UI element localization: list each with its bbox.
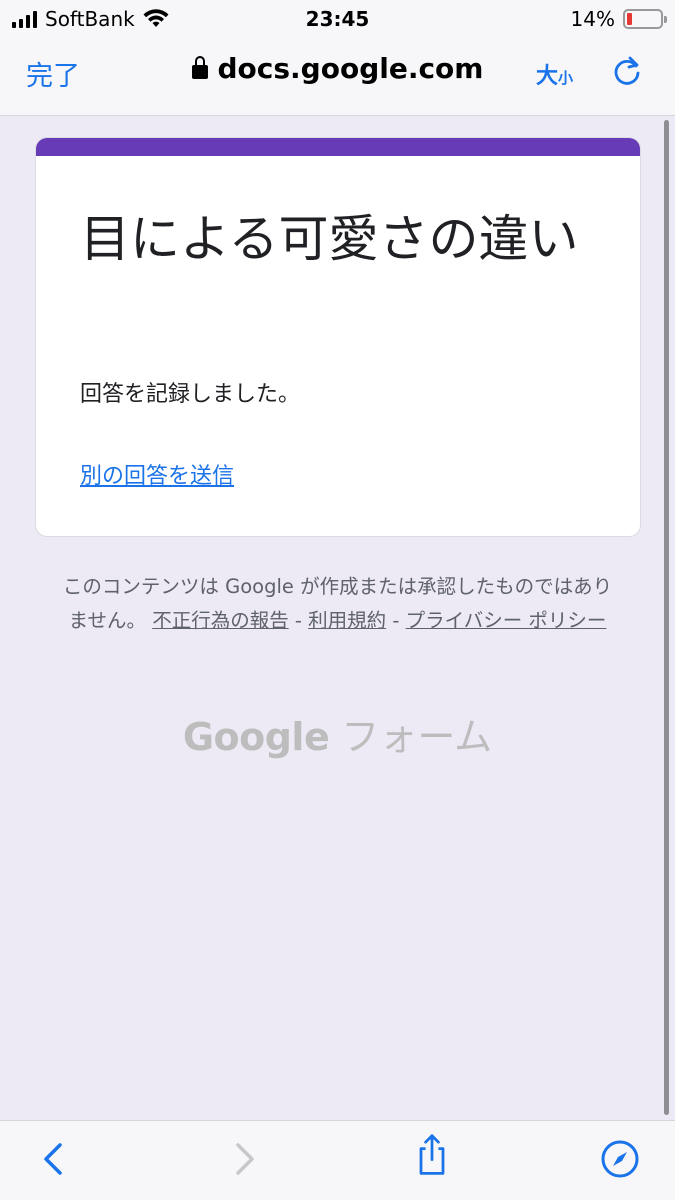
google-forms-logo[interactable]: Google フォーム — [0, 706, 675, 761]
card-accent-bar — [36, 138, 640, 156]
url-text: docs.google.com — [217, 52, 484, 85]
address-bar[interactable]: docs.google.com — [0, 52, 675, 85]
forward-icon[interactable] — [224, 1137, 264, 1181]
lock-icon — [191, 56, 208, 79]
compass-icon[interactable] — [600, 1137, 640, 1181]
form-card: 目による可愛さの違い 回答を記録しました。 別の回答を送信 — [35, 137, 641, 537]
share-icon[interactable] — [412, 1133, 452, 1177]
report-abuse-link[interactable]: 不正行為の報告 — [152, 609, 289, 632]
form-title: 目による可愛さの違い — [80, 210, 579, 268]
privacy-policy-link[interactable]: プライバシー ポリシー — [406, 609, 607, 632]
battery-icon — [623, 9, 667, 29]
separator: - — [386, 609, 406, 632]
back-icon[interactable] — [34, 1137, 74, 1181]
browser-nav-bar: 完了 docs.google.com 大小 — [0, 38, 675, 116]
google-wordmark: Google — [182, 715, 330, 759]
submit-another-link[interactable]: 別の回答を送信 — [80, 458, 234, 490]
browser-toolbar — [0, 1120, 675, 1200]
text-size-big: 大 — [536, 64, 559, 89]
disclaimer: このコンテンツは Google が作成または承認したものではありません。 不正行… — [60, 570, 615, 638]
scrollbar[interactable] — [664, 120, 669, 1115]
text-size-small: 小 — [558, 69, 574, 87]
terms-link[interactable]: 利用規約 — [308, 609, 386, 632]
reload-icon[interactable] — [610, 54, 644, 88]
text-size-button[interactable]: 大小 — [536, 58, 573, 90]
forms-wordmark: フォーム — [341, 715, 493, 759]
status-bar: SoftBank 23:45 14% — [0, 0, 675, 38]
separator: - — [288, 609, 309, 632]
battery-percent: 14% — [570, 7, 615, 31]
confirmation-message: 回答を記録しました。 — [80, 382, 301, 407]
